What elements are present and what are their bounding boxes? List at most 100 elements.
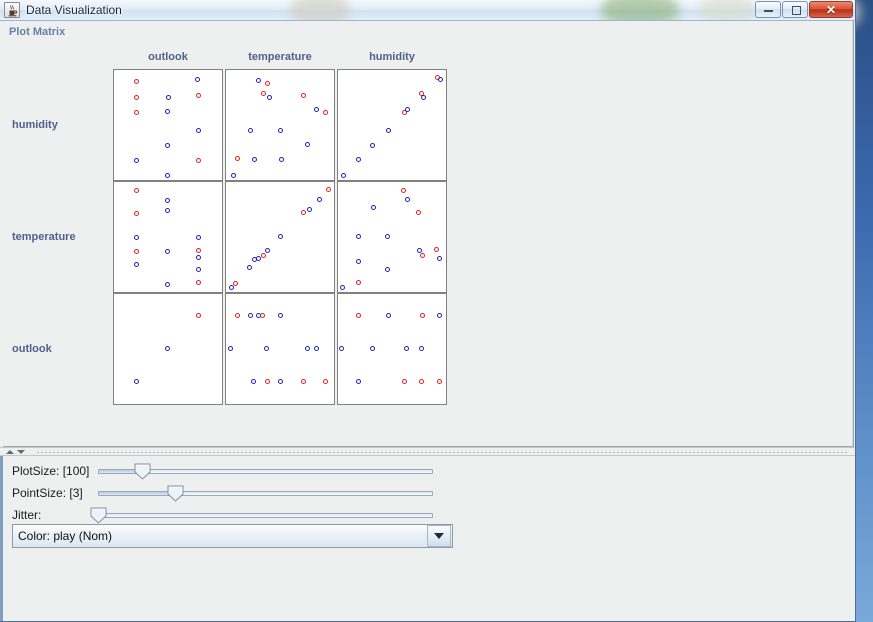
- data-point: [400, 187, 406, 193]
- data-point: [165, 346, 170, 351]
- data-point: [133, 187, 139, 193]
- maximize-button[interactable]: [782, 1, 808, 18]
- java-coffee-cup-icon: [4, 2, 20, 18]
- data-point: [165, 108, 170, 114]
- slider-knob[interactable]: [134, 463, 151, 480]
- plotsize-row: PlotSize: [100]: [3, 461, 855, 481]
- data-point: [369, 142, 375, 148]
- data-point: [260, 252, 266, 258]
- plot-matrix-pane: Plot Matrix outlook temperature humidity hu…: [3, 21, 854, 447]
- scatter-cell-outlook-vs-outlook[interactable]: [113, 293, 223, 405]
- window-title: Data Visualization: [26, 3, 122, 17]
- window-body: Plot Matrix outlook temperature humidity hu…: [0, 21, 855, 621]
- color-attribute-value: Color: play (Nom): [18, 529, 113, 543]
- close-button[interactable]: ✕: [809, 1, 853, 18]
- pointsize-slider[interactable]: [98, 485, 433, 502]
- plotsize-slider[interactable]: [98, 463, 433, 480]
- data-point: [260, 91, 266, 97]
- data-point: [196, 235, 202, 241]
- data-point: [165, 142, 170, 148]
- data-point: [165, 282, 170, 288]
- data-point: [264, 346, 270, 351]
- data-point: [307, 206, 313, 212]
- data-point: [267, 94, 273, 100]
- data-point: [196, 267, 202, 272]
- data-point: [256, 256, 262, 261]
- slider-knob[interactable]: [167, 485, 184, 502]
- data-point: [278, 234, 284, 239]
- row-label-outlook: outlook: [12, 343, 52, 355]
- data-point: [401, 379, 407, 384]
- data-point: [355, 259, 361, 265]
- data-point: [196, 280, 202, 286]
- data-point: [436, 256, 442, 261]
- data-point: [165, 249, 170, 255]
- plot-matrix[interactable]: Plot Matrix outlook temperature humidity hu…: [3, 21, 853, 446]
- scatter-cell-temperature-vs-outlook[interactable]: [113, 181, 223, 293]
- data-point: [234, 156, 240, 162]
- split-pane-divider[interactable]: [0, 447, 855, 456]
- data-point: [384, 267, 390, 272]
- minimize-button[interactable]: [755, 1, 781, 18]
- divider-collapse-down-icon[interactable]: [17, 449, 25, 454]
- color-attribute-dropdown[interactable]: Color: play (Nom): [12, 524, 453, 548]
- scatter-cell-temperature-vs-humidity[interactable]: [337, 181, 447, 293]
- data-point: [313, 346, 319, 351]
- data-point: [420, 313, 426, 318]
- data-point: [437, 76, 443, 82]
- data-point: [165, 172, 170, 178]
- titlebar-glass-blob: [290, 0, 350, 20]
- data-point: [251, 379, 257, 384]
- data-point: [323, 379, 329, 384]
- data-point: [305, 346, 311, 351]
- data-point: [247, 127, 253, 133]
- data-point: [133, 210, 139, 216]
- data-point: [196, 93, 202, 99]
- data-point: [305, 141, 311, 147]
- data-point: [405, 106, 411, 112]
- data-point: [316, 196, 322, 202]
- slider-knob[interactable]: [90, 507, 107, 524]
- data-point: [230, 172, 236, 178]
- data-point: [436, 313, 442, 318]
- data-point: [133, 261, 139, 267]
- data-point: [385, 127, 391, 133]
- pointsize-label: PointSize: [3]: [12, 486, 83, 500]
- slider-track: [98, 513, 433, 518]
- data-point: [405, 196, 411, 202]
- data-point: [436, 379, 442, 384]
- window-title-bar[interactable]: Data Visualization ✕: [0, 0, 855, 21]
- data-point: [419, 379, 425, 384]
- data-point: [196, 254, 202, 260]
- scatter-cell-outlook-vs-temperature[interactable]: [225, 293, 335, 405]
- data-point: [420, 252, 426, 258]
- data-point: [133, 379, 139, 384]
- data-point: [419, 346, 425, 351]
- data-point: [196, 127, 202, 133]
- data-point: [196, 248, 202, 254]
- data-point: [355, 379, 361, 384]
- data-point: [265, 379, 271, 384]
- titlebar-glass-blob: [600, 0, 680, 20]
- row-label-humidity: humidity: [12, 119, 58, 131]
- data-point: [133, 235, 139, 241]
- divider-grip: [36, 452, 849, 453]
- data-point: [278, 313, 284, 318]
- data-point: [355, 234, 361, 239]
- chevron-down-icon[interactable]: [427, 525, 451, 547]
- scatter-cell-humidity-vs-outlook[interactable]: [113, 69, 223, 181]
- scatter-cell-outlook-vs-humidity[interactable]: [337, 293, 447, 405]
- scatter-cell-humidity-vs-temperature[interactable]: [225, 69, 335, 181]
- scatter-cell-humidity-vs-humidity[interactable]: [337, 69, 447, 181]
- jitter-slider[interactable]: [90, 507, 433, 524]
- data-point: [196, 158, 202, 164]
- jitter-label: Jitter:: [12, 508, 42, 522]
- titlebar-glass-blob: [700, 0, 755, 20]
- data-point: [339, 346, 345, 351]
- application-window: Data Visualization ✕ Plot Matrix outlook…: [0, 0, 856, 622]
- scatter-cell-temperature-vs-temperature[interactable]: [225, 181, 335, 293]
- data-point: [278, 127, 284, 133]
- data-point: [384, 234, 390, 239]
- divider-collapse-up-icon[interactable]: [6, 449, 14, 454]
- data-point: [369, 346, 375, 351]
